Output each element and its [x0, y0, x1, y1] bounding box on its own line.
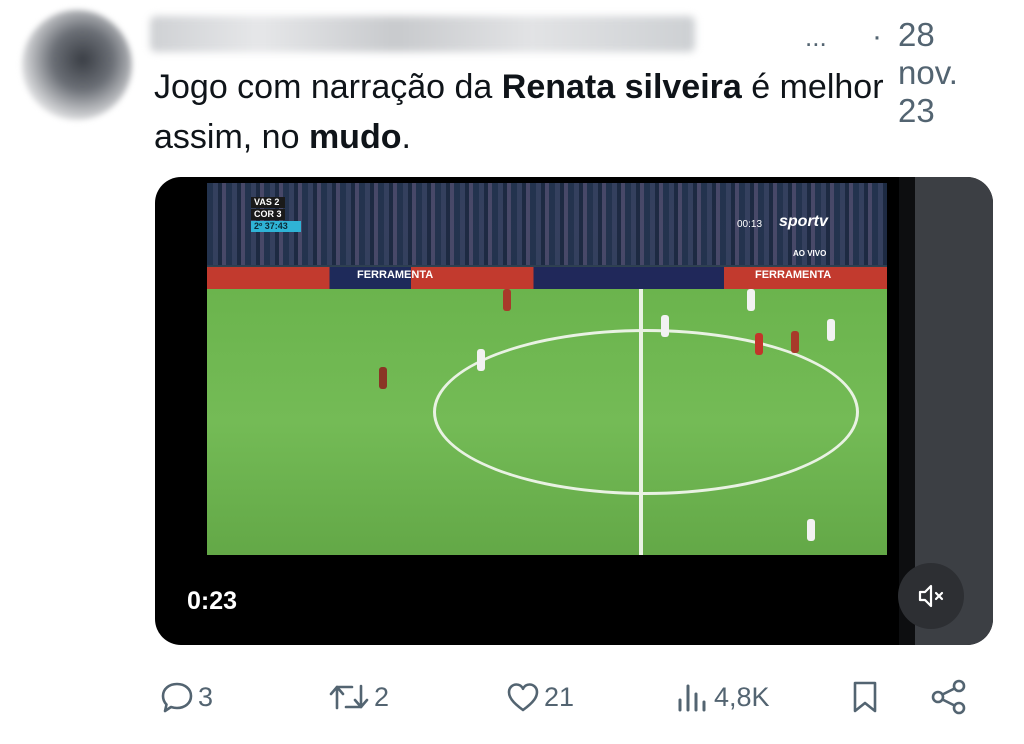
team1-score: 2 [274, 197, 280, 207]
team2: COR [254, 209, 274, 219]
player [747, 289, 755, 311]
player [661, 315, 669, 337]
tweet-text-part: . [401, 118, 411, 156]
scoreboard: VAS 2 COR 3 2º 37:43 [251, 197, 301, 233]
muted-speaker-icon [918, 584, 944, 608]
center-circle [433, 329, 859, 495]
board-text-right: FERRAMENTA [755, 269, 832, 281]
avatar[interactable] [22, 10, 132, 120]
views-icon [678, 684, 706, 712]
player [477, 349, 485, 371]
tweet-text: Jogo com narração da Renata silveira é m… [154, 62, 974, 162]
like-count: 21 [544, 681, 575, 712]
share-button[interactable] [930, 670, 968, 724]
broadcast-clock: 00:13 [737, 219, 763, 230]
heart-icon [507, 683, 539, 712]
live-label: AO VIVO [793, 249, 827, 258]
match-time: 2º 37:43 [251, 221, 301, 232]
name-ellipsis: ... [805, 22, 827, 52]
bookmark-button[interactable] [850, 670, 880, 724]
tweet-text-bold: Renata silveira [501, 68, 742, 106]
player [827, 319, 835, 341]
unmute-button[interactable] [898, 563, 964, 629]
player [807, 519, 815, 541]
date-separator: · [872, 20, 882, 53]
player [791, 331, 799, 353]
video-frame: FERRAMENTA FERRAMENTA VAS 2 COR 3 2º 37:… [207, 183, 887, 555]
views-count: 4,8K [714, 681, 770, 712]
team1: VAS [254, 197, 272, 207]
player [755, 333, 763, 355]
player [503, 289, 511, 311]
tweet-text-part: Jogo com narração da [154, 68, 502, 106]
board-text-left: FERRAMENTA [357, 269, 434, 281]
retweet-button[interactable]: 2 [328, 670, 389, 724]
video-player[interactable]: FERRAMENTA FERRAMENTA VAS 2 COR 3 2º 37:… [155, 177, 993, 645]
bookmark-icon [853, 681, 877, 713]
retweet-count: 2 [374, 681, 390, 712]
share-icon [931, 679, 966, 715]
blurred-username[interactable] [150, 16, 695, 52]
reply-button[interactable]: 3 [160, 670, 213, 724]
video-timestamp: 0:23 [187, 587, 238, 615]
reply-count: 3 [198, 681, 214, 712]
views-button[interactable]: 4,8K [676, 670, 770, 724]
reply-icon [161, 682, 193, 713]
pitch [207, 289, 887, 555]
player [379, 367, 387, 389]
tweet-text-bold: mudo [308, 118, 402, 156]
retweet-icon [329, 684, 369, 710]
tweet-actions: 3 2 21 4,8K [0, 670, 1024, 724]
team2-score: 3 [276, 209, 282, 219]
like-button[interactable]: 21 [506, 670, 574, 724]
tweet-header: ... · 28 nov. 23 [150, 12, 990, 129]
broadcaster-logo: sportv [779, 213, 828, 230]
